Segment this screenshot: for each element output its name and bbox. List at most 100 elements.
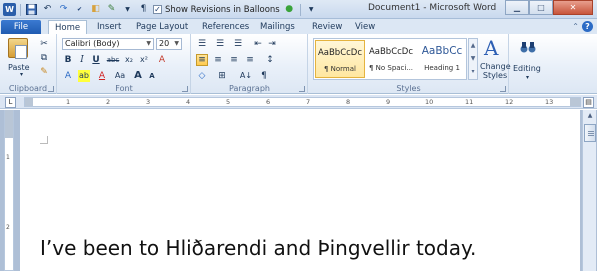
highlight-button[interactable]: ab — [78, 70, 90, 82]
tab-mailings[interactable]: Mailings — [260, 20, 295, 34]
ruler-number: 2 — [6, 224, 10, 231]
paragraph-launcher-icon[interactable] — [299, 86, 305, 92]
style-normal[interactable]: AaBbCcDc ¶ Normal — [315, 40, 365, 78]
styles-launcher-icon[interactable] — [500, 86, 506, 92]
clear-formatting-button[interactable]: A — [156, 54, 168, 66]
paste-dropdown-icon[interactable]: ▾ — [20, 71, 23, 78]
text-effects-button[interactable]: A — [62, 70, 74, 82]
tab-review[interactable]: Review — [312, 20, 342, 34]
ruler-number: 8 — [346, 98, 351, 106]
tab-insert[interactable]: Insert — [97, 20, 121, 34]
align-right-button[interactable]: ≡ — [228, 54, 240, 66]
tab-page-layout[interactable]: Page Layout — [136, 20, 188, 34]
redo-icon[interactable]: ↷ — [57, 3, 70, 16]
shading-button[interactable]: ◇ — [196, 70, 208, 82]
document-page[interactable]: I’ve been to Hliðarendi and Þingvellir t… — [20, 110, 580, 271]
sort-button[interactable]: A↓ — [238, 70, 254, 82]
change-styles-icon[interactable]: A — [484, 36, 498, 60]
vertical-ruler[interactable]: 1 2 — [4, 110, 14, 271]
editing-dropdown-icon[interactable]: ▾ — [526, 74, 529, 81]
minimize-ribbon-icon[interactable]: ⌃ — [572, 22, 579, 31]
paste-button[interactable]: Paste — [8, 63, 30, 72]
chevron-down-icon[interactable]: ▼ — [174, 39, 179, 49]
scrollbar-thumb[interactable] — [584, 124, 596, 142]
green-circle-icon[interactable]: ● — [283, 3, 296, 16]
align-left-button[interactable]: ≡ — [196, 54, 208, 66]
borders-button[interactable]: ⊞ — [216, 70, 228, 82]
cut-icon[interactable]: ✂ — [38, 38, 50, 50]
style-name: ¶ Normal — [323, 65, 356, 73]
change-styles-button[interactable]: Change Styles — [480, 62, 511, 80]
pilcrow-icon[interactable]: ¶ — [137, 3, 150, 16]
spelling-check-icon[interactable]: ✔ — [73, 3, 86, 16]
tab-references[interactable]: References — [202, 20, 249, 34]
center-button[interactable]: ≡ — [212, 54, 224, 66]
new-document-icon[interactable]: ◧ — [89, 3, 102, 16]
tab-home[interactable]: Home — [48, 20, 88, 34]
dropdown-caret-icon[interactable]: ▼ — [121, 3, 134, 16]
scroll-up-icon[interactable]: ▲ — [584, 110, 596, 122]
tab-view[interactable]: View — [355, 20, 375, 34]
editing-button[interactable]: Editing — [513, 64, 541, 73]
help-icon[interactable]: ? — [582, 21, 593, 32]
ruler-margin-right — [570, 98, 580, 106]
style-preview: AaBbCcDc — [368, 47, 414, 57]
vertical-scrollbar[interactable]: ▲ — [582, 110, 596, 271]
chevron-down-icon[interactable]: ▼ — [146, 39, 151, 49]
paste-icon[interactable] — [8, 38, 28, 59]
bold-button[interactable]: B — [62, 54, 74, 66]
show-formatting-marks-button[interactable]: ¶ — [258, 70, 270, 82]
save-icon[interactable] — [25, 3, 38, 16]
show-revisions-label[interactable]: Show Revisions in Balloons — [165, 5, 280, 15]
show-revisions-checkbox[interactable]: ✓ — [153, 5, 162, 14]
style-no-spacing[interactable]: AaBbCcDc ¶ No Spaci... — [366, 40, 416, 78]
copy-icon[interactable]: ⧉ — [38, 52, 50, 64]
tab-stop-selector[interactable]: L — [5, 97, 16, 108]
numbering-button[interactable]: ☰ — [214, 38, 226, 50]
customize-toolbar-icon[interactable]: ▼ — [305, 3, 318, 16]
ruler-number: 12 — [505, 98, 514, 106]
ruler-number: 3 — [146, 98, 151, 106]
close-button[interactable]: ✕ — [553, 0, 593, 15]
multilevel-list-button[interactable]: ☰ — [232, 38, 244, 50]
clipboard-launcher-icon[interactable] — [48, 86, 54, 92]
font-name-value: Calibri (Body) — [65, 39, 120, 48]
ribbon: Paste ▾ ✂ ⧉ ✎ Clipboard Calibri (Body) ▼… — [0, 34, 597, 94]
style-heading-1[interactable]: AaBbCc Heading 1 — [417, 40, 467, 78]
word-app-icon[interactable]: W — [3, 3, 16, 16]
view-ruler-icon[interactable]: ▤ — [583, 97, 594, 108]
increase-indent-button[interactable]: ⇥ — [266, 38, 278, 50]
superscript-button[interactable]: x² — [138, 54, 150, 66]
line-spacing-button[interactable]: ↕ — [264, 54, 276, 66]
styles-group-label: Styles — [396, 84, 421, 93]
grip-line — [588, 135, 594, 136]
font-color-button[interactable]: A — [96, 70, 108, 82]
document-text[interactable]: I’ve been to Hliðarendi and Þingvellir t… — [40, 236, 476, 260]
decrease-indent-button[interactable]: ⇤ — [252, 38, 264, 50]
font-size-value: 20 — [159, 39, 170, 48]
horizontal-ruler[interactable]: 1 2 3 4 5 6 7 8 9 10 11 12 13 — [24, 97, 581, 107]
format-painter-icon[interactable]: ✎ — [38, 66, 50, 78]
style-preview: AaBbCcDc — [317, 48, 363, 58]
font-launcher-icon[interactable] — [182, 86, 188, 92]
undo-icon[interactable]: ↶ — [41, 3, 54, 16]
change-case-button[interactable]: Aa — [114, 70, 126, 82]
minimize-button[interactable]: ▁ — [505, 0, 529, 15]
ruler-number: 10 — [425, 98, 434, 106]
gallery-scroll[interactable]: ▲ ▼ ▾ — [468, 38, 478, 80]
grow-font-button[interactable]: A — [132, 70, 144, 82]
font-name-field[interactable]: Calibri (Body) ▼ — [62, 38, 154, 50]
underline-button[interactable]: U — [90, 54, 102, 66]
ruler-bar: L 1 2 3 4 5 6 7 8 9 10 11 12 13 ▤ — [0, 95, 597, 109]
maximize-button[interactable]: □ — [529, 0, 553, 15]
track-changes-icon[interactable]: ✎ — [105, 3, 118, 16]
font-size-field[interactable]: 20 ▼ — [156, 38, 182, 50]
binoculars-icon[interactable] — [520, 40, 536, 54]
bullets-button[interactable]: ☰ — [196, 38, 208, 50]
subscript-button[interactable]: x₂ — [123, 54, 135, 66]
italic-button[interactable]: I — [76, 54, 88, 66]
strikethrough-button[interactable]: abc — [105, 54, 121, 66]
justify-button[interactable]: ≡ — [244, 54, 256, 66]
tab-file[interactable]: File — [1, 20, 41, 34]
shrink-font-button[interactable]: A — [146, 70, 158, 82]
